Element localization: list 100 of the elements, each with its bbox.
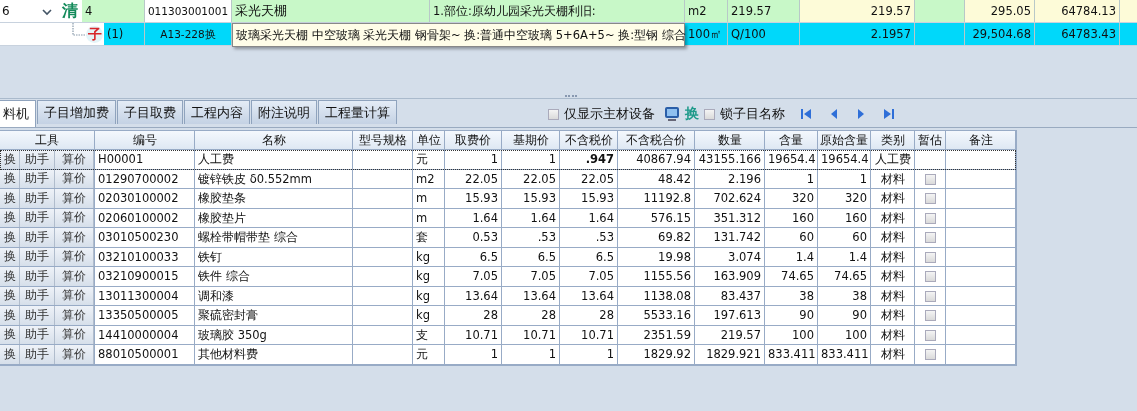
collapse-chevron-icon[interactable] — [42, 8, 52, 16]
tree-line — [72, 23, 88, 36]
table-cell: 1 — [445, 345, 502, 365]
tool-button[interactable]: 换 — [0, 150, 20, 169]
checkbox[interactable] — [924, 290, 936, 302]
tool-button[interactable]: 助手 — [20, 228, 55, 247]
table-cell: 7.05 — [560, 267, 618, 287]
table-cell: A13-228换 — [145, 23, 232, 45]
checkbox[interactable] — [924, 173, 936, 185]
table-row[interactable]: 换 助手 算价 13350500005 聚硫密封膏 kg 28 28 28 5533.16 197.613 90 90 材料 — [0, 306, 1016, 326]
table-row[interactable]: 换 助手 算价 88010500001 其他材料费 元 1 1 1 1829.92 1829.921 833.411 833.411 材料 — [0, 345, 1016, 365]
table-cell: 15.93 — [560, 189, 618, 209]
tool-button[interactable]: 算价 — [55, 306, 94, 325]
table-cell: 5533.16 — [618, 306, 695, 326]
table-cell — [353, 189, 413, 209]
table-row[interactable]: 换 助手 算价 02030100002 橡胶垫条 m 15.93 15.93 15.93 11192.8 702.624 320 320 材料 — [0, 189, 1016, 209]
table-cell: 833.411 — [818, 345, 871, 365]
next-record-icon[interactable] — [856, 108, 866, 120]
tab[interactable]: 子目增加费 — [37, 100, 116, 124]
tool-button[interactable]: 助手 — [20, 345, 55, 364]
table-cell: 131.742 — [695, 228, 765, 248]
table-cell: 采光天棚 — [232, 0, 430, 22]
table-cell: 28 — [445, 306, 502, 326]
tool-button[interactable]: 换 — [0, 228, 20, 247]
tab[interactable]: 附注说明 — [251, 100, 317, 124]
table-cell: 1 — [502, 345, 560, 365]
checkbox[interactable] — [548, 108, 559, 120]
table-cell: 88010500001 — [95, 345, 195, 365]
table-row[interactable]: 换 助手 算价 02060100002 橡胶垫片 m 1.64 1.64 1.64 576.15 351.312 160 160 材料 — [0, 208, 1016, 228]
table-cell: 320 — [818, 189, 871, 209]
table-cell: 219.57 — [728, 0, 800, 22]
table-cell: 011303001001 — [145, 0, 232, 22]
checkbox[interactable] — [924, 251, 936, 263]
checkbox[interactable] — [924, 349, 936, 360]
checkbox-label[interactable]: 仅显示主材设备 — [564, 105, 655, 123]
tool-button[interactable]: 助手 — [20, 150, 55, 169]
monitor-icon[interactable] — [664, 106, 680, 122]
table-row[interactable]: 换 助手 算价 14410000004 玻璃胶 350g 支 10.71 10.71 10.71 2351.59 219.57 100 100 材料 — [0, 325, 1016, 345]
table-cell: .53 — [502, 228, 560, 248]
tool-button[interactable]: 算价 — [55, 228, 94, 247]
table-row[interactable]: 换 助手 算价 01290700002 镀锌铁皮 δ0.552mm m2 22.05 22.05 22.05 48.42 2.196 1 1 材料 — [0, 169, 1016, 189]
checkbox[interactable] — [924, 193, 936, 204]
table-cell: 28 — [502, 306, 560, 326]
table-cell: 13350500005 — [95, 306, 195, 326]
table-cell — [353, 150, 413, 170]
checkbox[interactable] — [924, 271, 936, 282]
table-cell: 螺栓带帽带垫 综合 — [195, 228, 353, 248]
table-cell: 元 — [413, 345, 445, 365]
table-cell: kg — [413, 306, 445, 326]
tab[interactable]: 料机 — [0, 100, 36, 127]
table-cell: 材料 — [871, 228, 915, 248]
tab[interactable]: 工程量计算 — [318, 100, 397, 124]
table-cell: 1 — [560, 345, 618, 365]
tool-button[interactable]: 助手 — [20, 267, 55, 286]
checkbox[interactable] — [924, 212, 936, 224]
checkbox[interactable] — [924, 232, 936, 243]
checkbox[interactable] — [704, 108, 715, 120]
tool-button[interactable]: 算价 — [55, 267, 94, 286]
tool-button[interactable]: 换 — [0, 267, 20, 286]
tool-button[interactable]: 换 — [0, 345, 20, 364]
tool-button[interactable]: 换 — [0, 306, 20, 325]
first-record-icon[interactable] — [800, 108, 812, 120]
checkbox[interactable] — [924, 329, 936, 341]
previous-record-icon[interactable] — [829, 108, 839, 120]
table-row[interactable]: 换 助手 算价 13011300004 调和漆 kg 13.64 13.64 13.64 1138.08 83.437 38 38 材料 — [0, 286, 1016, 306]
table-cell: 1829.92 — [618, 345, 695, 365]
table-cell: 1 — [445, 150, 502, 170]
table-cell: 64784.13 — [1035, 0, 1120, 22]
table-cell: 其他材料费 — [195, 345, 353, 365]
table-row[interactable]: 换 助手 算价 03210100033 铁钉 kg 6.5 6.5 6.5 19.98 3.074 1.4 1.4 材料 — [0, 247, 1016, 267]
table-cell — [353, 267, 413, 287]
last-record-icon[interactable] — [883, 108, 895, 120]
tool-button[interactable]: 换 — [0, 189, 20, 208]
checkbox-label[interactable]: 锁子目名称 — [720, 105, 785, 123]
table-cell — [915, 23, 965, 45]
tab[interactable]: 工程内容 — [184, 100, 250, 124]
table-cell: 219.57 — [800, 0, 915, 22]
table-row[interactable]: 换 助手 算价 03010500230 螺栓带帽带垫 综合 套 0.53 .53 .53 69.82 131.742 60 60 材料 — [0, 228, 1016, 248]
table-cell: .53 — [560, 228, 618, 248]
tab[interactable]: 子目取费 — [117, 100, 183, 124]
table-cell: m — [413, 189, 445, 209]
table-row[interactable]: 换 助手 算价 H00001 人工费 元 1 1 .947 40867.94 43155.166 19654.4 19654.4 人工费 — [0, 150, 1016, 170]
table-cell: 60 — [765, 228, 818, 248]
tool-button[interactable]: 算价 — [55, 189, 94, 208]
table-cell: 197.613 — [695, 306, 765, 326]
tool-button[interactable]: 助手 — [20, 189, 55, 208]
table-cell: 1.部位:原幼儿园采光天棚利旧: — [430, 0, 685, 22]
checkbox[interactable] — [924, 310, 936, 321]
table-cell: kg — [413, 267, 445, 287]
table-cell: 64783.43 — [1035, 23, 1120, 45]
table-cell: 295.05 — [965, 0, 1035, 22]
table-cell: 69.82 — [618, 228, 695, 248]
tool-button[interactable]: 助手 — [20, 306, 55, 325]
table-cell — [915, 150, 946, 170]
table-row[interactable]: 换 助手 算价 03210900015 铁件 综合 kg 7.05 7.05 7.05 1155.56 163.909 74.65 74.65 材料 — [0, 267, 1016, 287]
table-cell: 聚硫密封膏 — [195, 306, 353, 326]
table-cell: 材料 — [871, 267, 915, 287]
tool-button[interactable]: 算价 — [55, 150, 94, 169]
tool-button[interactable]: 算价 — [55, 345, 94, 364]
table-cell: 90 — [765, 306, 818, 326]
